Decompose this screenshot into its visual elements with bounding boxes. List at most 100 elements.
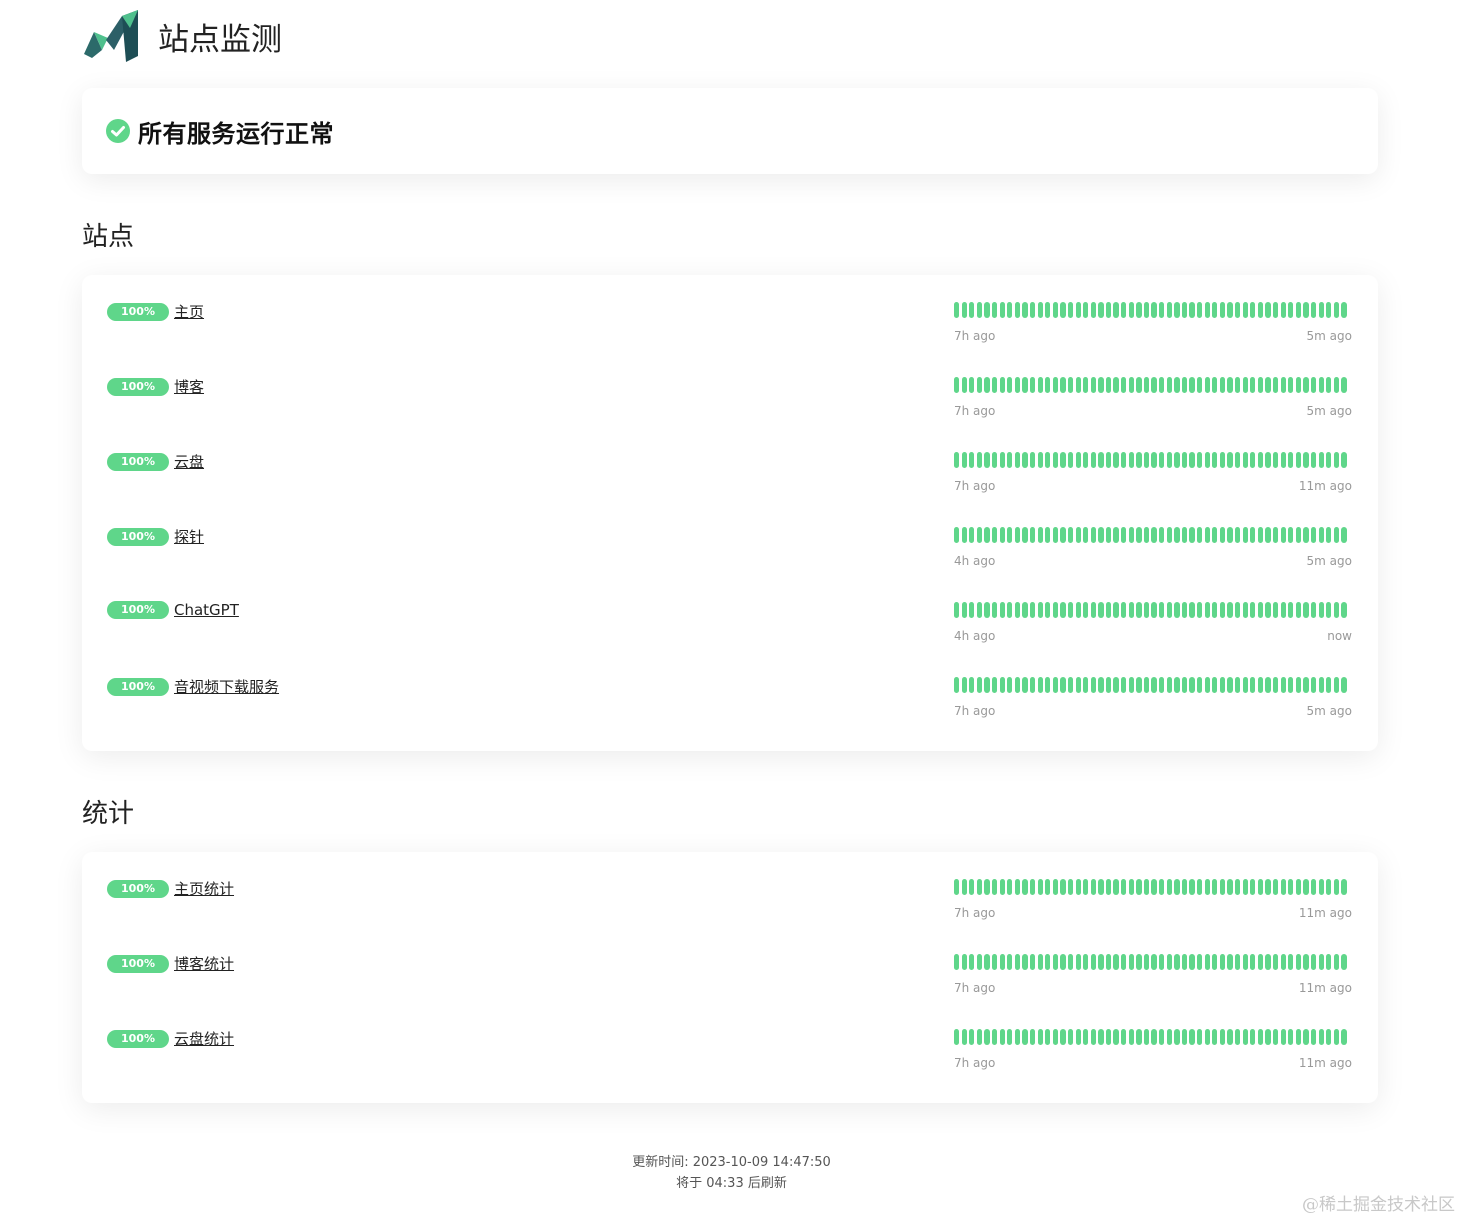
- heartbeat-beat[interactable]: [1257, 954, 1264, 970]
- heartbeat-beat[interactable]: [1029, 302, 1036, 318]
- heartbeat-beat[interactable]: [1189, 302, 1195, 318]
- heartbeat-beat[interactable]: [1151, 677, 1157, 693]
- heartbeat-beat[interactable]: [1174, 1029, 1180, 1045]
- heartbeat-beat[interactable]: [1022, 879, 1028, 895]
- heartbeat-beat[interactable]: [1295, 954, 1302, 970]
- heartbeat-beat[interactable]: [999, 677, 1005, 693]
- heartbeat-beat[interactable]: [1189, 1029, 1195, 1045]
- heartbeat-beat[interactable]: [1075, 602, 1081, 618]
- heartbeat-beat[interactable]: [1265, 677, 1271, 693]
- heartbeat-beat[interactable]: [1227, 602, 1233, 618]
- heartbeat-beat[interactable]: [969, 954, 975, 970]
- heartbeat-beat[interactable]: [1250, 602, 1256, 618]
- heartbeat-beat[interactable]: [1166, 602, 1172, 618]
- heartbeat-beat[interactable]: [1189, 602, 1195, 618]
- heartbeat-beat[interactable]: [1159, 452, 1165, 468]
- heartbeat-beat[interactable]: [1272, 452, 1279, 468]
- heartbeat-beat[interactable]: [1159, 302, 1165, 318]
- heartbeat-beat[interactable]: [1166, 302, 1172, 318]
- heartbeat-beat[interactable]: [1143, 602, 1150, 618]
- heartbeat-beat[interactable]: [961, 452, 967, 468]
- heartbeat-beat[interactable]: [1151, 377, 1157, 393]
- heartbeat-beat[interactable]: [1052, 452, 1059, 468]
- heartbeat-beat[interactable]: [1052, 602, 1059, 618]
- heartbeat-beat[interactable]: [984, 602, 990, 618]
- heartbeat-beat[interactable]: [1075, 954, 1081, 970]
- heartbeat-beat[interactable]: [1250, 677, 1256, 693]
- heartbeat-beat[interactable]: [1014, 954, 1021, 970]
- heartbeat-beat[interactable]: [984, 954, 990, 970]
- heartbeat-beat[interactable]: [1181, 677, 1188, 693]
- heartbeat-beat[interactable]: [999, 527, 1005, 543]
- heartbeat-beat[interactable]: [1341, 452, 1347, 468]
- heartbeat-beat[interactable]: [1204, 677, 1210, 693]
- heartbeat-beat[interactable]: [1052, 527, 1059, 543]
- heartbeat-beat[interactable]: [1136, 452, 1142, 468]
- heartbeat-beat[interactable]: [1159, 954, 1165, 970]
- heartbeat-beat[interactable]: [1265, 602, 1271, 618]
- heartbeat-beat[interactable]: [976, 302, 983, 318]
- heartbeat-beat[interactable]: [1174, 302, 1180, 318]
- heartbeat-beat[interactable]: [1174, 527, 1180, 543]
- heartbeat-beat[interactable]: [1318, 302, 1324, 318]
- heartbeat-beat[interactable]: [1272, 602, 1279, 618]
- heartbeat-beat[interactable]: [1204, 377, 1210, 393]
- heartbeat-beat[interactable]: [1333, 879, 1339, 895]
- heartbeat-beat[interactable]: [1197, 602, 1203, 618]
- heartbeat-beat[interactable]: [1113, 954, 1119, 970]
- heartbeat-beat[interactable]: [999, 954, 1005, 970]
- heartbeat-beat[interactable]: [1212, 1029, 1218, 1045]
- heartbeat-beat[interactable]: [1197, 954, 1203, 970]
- heartbeat-beat[interactable]: [1022, 452, 1028, 468]
- heartbeat-beat[interactable]: [1029, 452, 1036, 468]
- heartbeat-beat[interactable]: [991, 377, 998, 393]
- heartbeat-beat[interactable]: [1280, 527, 1286, 543]
- heartbeat-beat[interactable]: [1105, 452, 1112, 468]
- heartbeat-beat[interactable]: [1007, 527, 1013, 543]
- heartbeat-beat[interactable]: [969, 677, 975, 693]
- heartbeat-beat[interactable]: [1318, 452, 1324, 468]
- monitor-name-link[interactable]: 探针: [174, 526, 204, 547]
- heartbeat-beat[interactable]: [1326, 452, 1332, 468]
- heartbeat-beat[interactable]: [984, 452, 990, 468]
- heartbeat-beat[interactable]: [1067, 954, 1074, 970]
- heartbeat-beat[interactable]: [1166, 1029, 1172, 1045]
- heartbeat-beat[interactable]: [1212, 677, 1218, 693]
- heartbeat-beat[interactable]: [1250, 1029, 1256, 1045]
- monitor-name-link[interactable]: 云盘: [174, 451, 204, 472]
- heartbeat-beat[interactable]: [1234, 302, 1241, 318]
- heartbeat-beat[interactable]: [1014, 377, 1021, 393]
- heartbeat-beat[interactable]: [1067, 302, 1074, 318]
- heartbeat-beat[interactable]: [1212, 954, 1218, 970]
- heartbeat-beat[interactable]: [1219, 879, 1226, 895]
- monitor-name-link[interactable]: 主页: [174, 301, 204, 322]
- heartbeat-beat[interactable]: [1257, 602, 1264, 618]
- heartbeat-beat[interactable]: [1090, 302, 1096, 318]
- heartbeat-beat[interactable]: [1326, 377, 1332, 393]
- heartbeat-beat[interactable]: [954, 879, 960, 895]
- heartbeat-beat[interactable]: [1212, 879, 1218, 895]
- heartbeat-beat[interactable]: [1326, 677, 1332, 693]
- heartbeat-beat[interactable]: [1310, 1029, 1317, 1045]
- heartbeat-beat[interactable]: [1029, 377, 1036, 393]
- heartbeat-beat[interactable]: [1060, 954, 1066, 970]
- heartbeat-beat[interactable]: [1098, 602, 1104, 618]
- heartbeat-beat[interactable]: [1189, 527, 1195, 543]
- heartbeat-beat[interactable]: [1128, 602, 1134, 618]
- heartbeat-beat[interactable]: [1029, 527, 1036, 543]
- heartbeat-beat[interactable]: [1174, 377, 1180, 393]
- heartbeat-beat[interactable]: [1022, 302, 1028, 318]
- heartbeat-beat[interactable]: [1272, 302, 1279, 318]
- heartbeat-beat[interactable]: [1067, 879, 1074, 895]
- heartbeat-beat[interactable]: [1250, 954, 1256, 970]
- heartbeat-beat[interactable]: [1022, 1029, 1028, 1045]
- heartbeat-beat[interactable]: [1151, 452, 1157, 468]
- heartbeat-beat[interactable]: [1067, 452, 1074, 468]
- heartbeat-beat[interactable]: [1234, 677, 1241, 693]
- heartbeat-beat[interactable]: [1105, 527, 1112, 543]
- heartbeat-beat[interactable]: [1310, 302, 1317, 318]
- heartbeat-beat[interactable]: [1181, 1029, 1188, 1045]
- heartbeat-beat[interactable]: [1045, 602, 1051, 618]
- heartbeat-beat[interactable]: [1219, 377, 1226, 393]
- heartbeat-beat[interactable]: [1037, 1029, 1043, 1045]
